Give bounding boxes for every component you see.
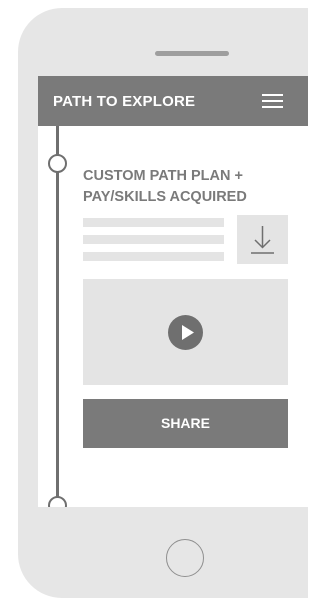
video-player[interactable] bbox=[83, 279, 288, 385]
hamburger-menu-icon[interactable] bbox=[262, 94, 283, 108]
app-screen: PATH TO EXPLORE CUSTOM PATH PLAN + PAY/S… bbox=[38, 76, 308, 507]
page-title: PATH TO EXPLORE bbox=[53, 93, 196, 110]
home-button[interactable] bbox=[166, 539, 204, 577]
card-title: CUSTOM PATH PLAN + PAY/SKILLS ACQUIRED bbox=[83, 168, 247, 205]
speaker-slot bbox=[155, 51, 229, 56]
app-header: PATH TO EXPLORE bbox=[38, 76, 308, 126]
play-button[interactable] bbox=[168, 315, 203, 350]
download-button[interactable] bbox=[237, 215, 288, 264]
text-placeholder-line bbox=[83, 252, 224, 261]
download-icon bbox=[251, 226, 274, 254]
timeline-line bbox=[56, 126, 59, 507]
text-placeholder-line bbox=[83, 235, 224, 244]
timeline-node bbox=[48, 154, 67, 173]
text-placeholder-line bbox=[83, 218, 224, 227]
share-button[interactable]: SHARE bbox=[83, 399, 288, 448]
play-icon bbox=[182, 325, 194, 340]
timeline-node bbox=[48, 496, 67, 507]
